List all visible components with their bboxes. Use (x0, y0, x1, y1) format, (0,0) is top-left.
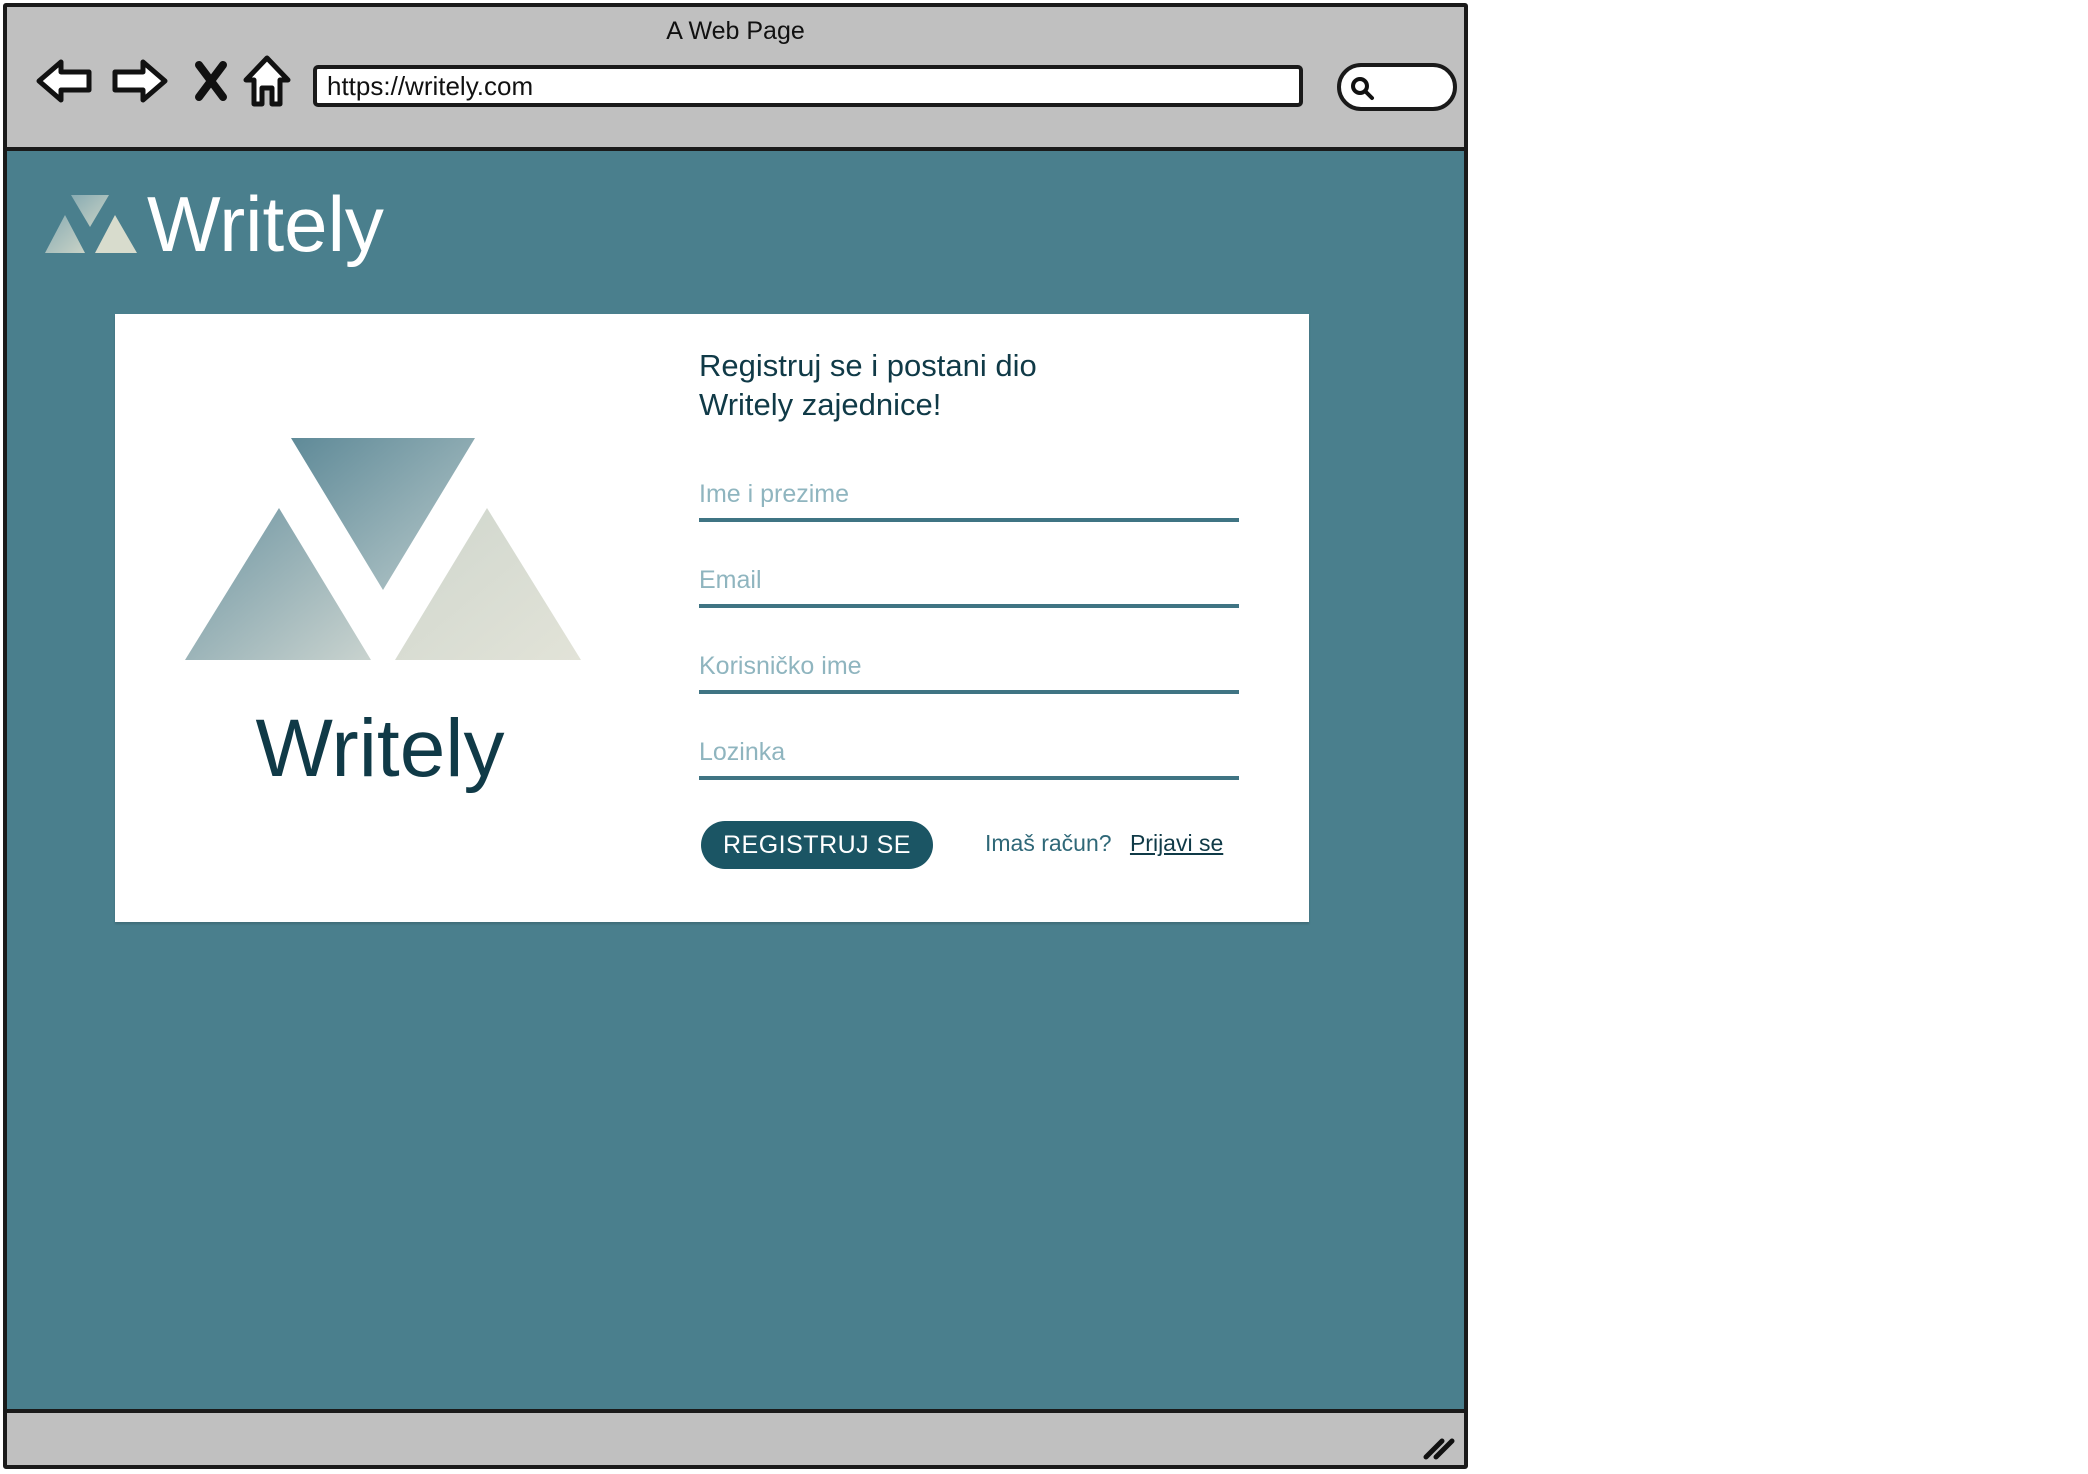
back-arrow-icon[interactable] (33, 49, 97, 113)
registration-card: Writely Registruj se i postani dio Write… (115, 314, 1309, 922)
card-brand-name: Writely (255, 703, 505, 794)
browser-statusbar (7, 1409, 1464, 1465)
heading-line-1: Registruj se i postani dio (699, 348, 1037, 383)
password-field[interactable] (699, 732, 1239, 780)
register-button[interactable]: REGISTRUJ SE (701, 821, 933, 869)
registration-heading: Registruj se i postani dio Writely zajed… (699, 346, 1139, 424)
search-icon (1351, 77, 1374, 100)
stop-icon[interactable] (179, 49, 243, 113)
home-icon[interactable] (235, 49, 299, 113)
login-link[interactable]: Prijavi se (1130, 830, 1223, 856)
heading-line-2: Writely zajednice! (699, 387, 942, 422)
browser-search-field[interactable] (1337, 63, 1457, 111)
writely-large-logo-icon (185, 438, 581, 660)
email-field[interactable] (699, 560, 1239, 608)
window-title: A Web Page (666, 17, 805, 45)
header-brand-name: Writely (147, 180, 384, 268)
header-brand[interactable]: Writely (45, 185, 384, 263)
forward-arrow-icon[interactable] (107, 49, 171, 113)
address-bar[interactable]: https://writely.com (313, 65, 1303, 107)
login-prompt: Imaš račun? Prijavi se (985, 830, 1223, 857)
username-field[interactable] (699, 646, 1239, 694)
writely-logo-icon (45, 195, 137, 253)
resize-grip-icon[interactable] (1420, 1431, 1456, 1461)
page-content: Writely Writely Registruj se i postani d… (7, 151, 1464, 1421)
full-name-field[interactable] (699, 474, 1239, 522)
have-account-text: Imaš račun? (985, 830, 1112, 856)
browser-window: A Web Page https://writely.com Writely W… (3, 3, 1468, 1469)
browser-titlebar: A Web Page https://writely.com (7, 7, 1464, 151)
